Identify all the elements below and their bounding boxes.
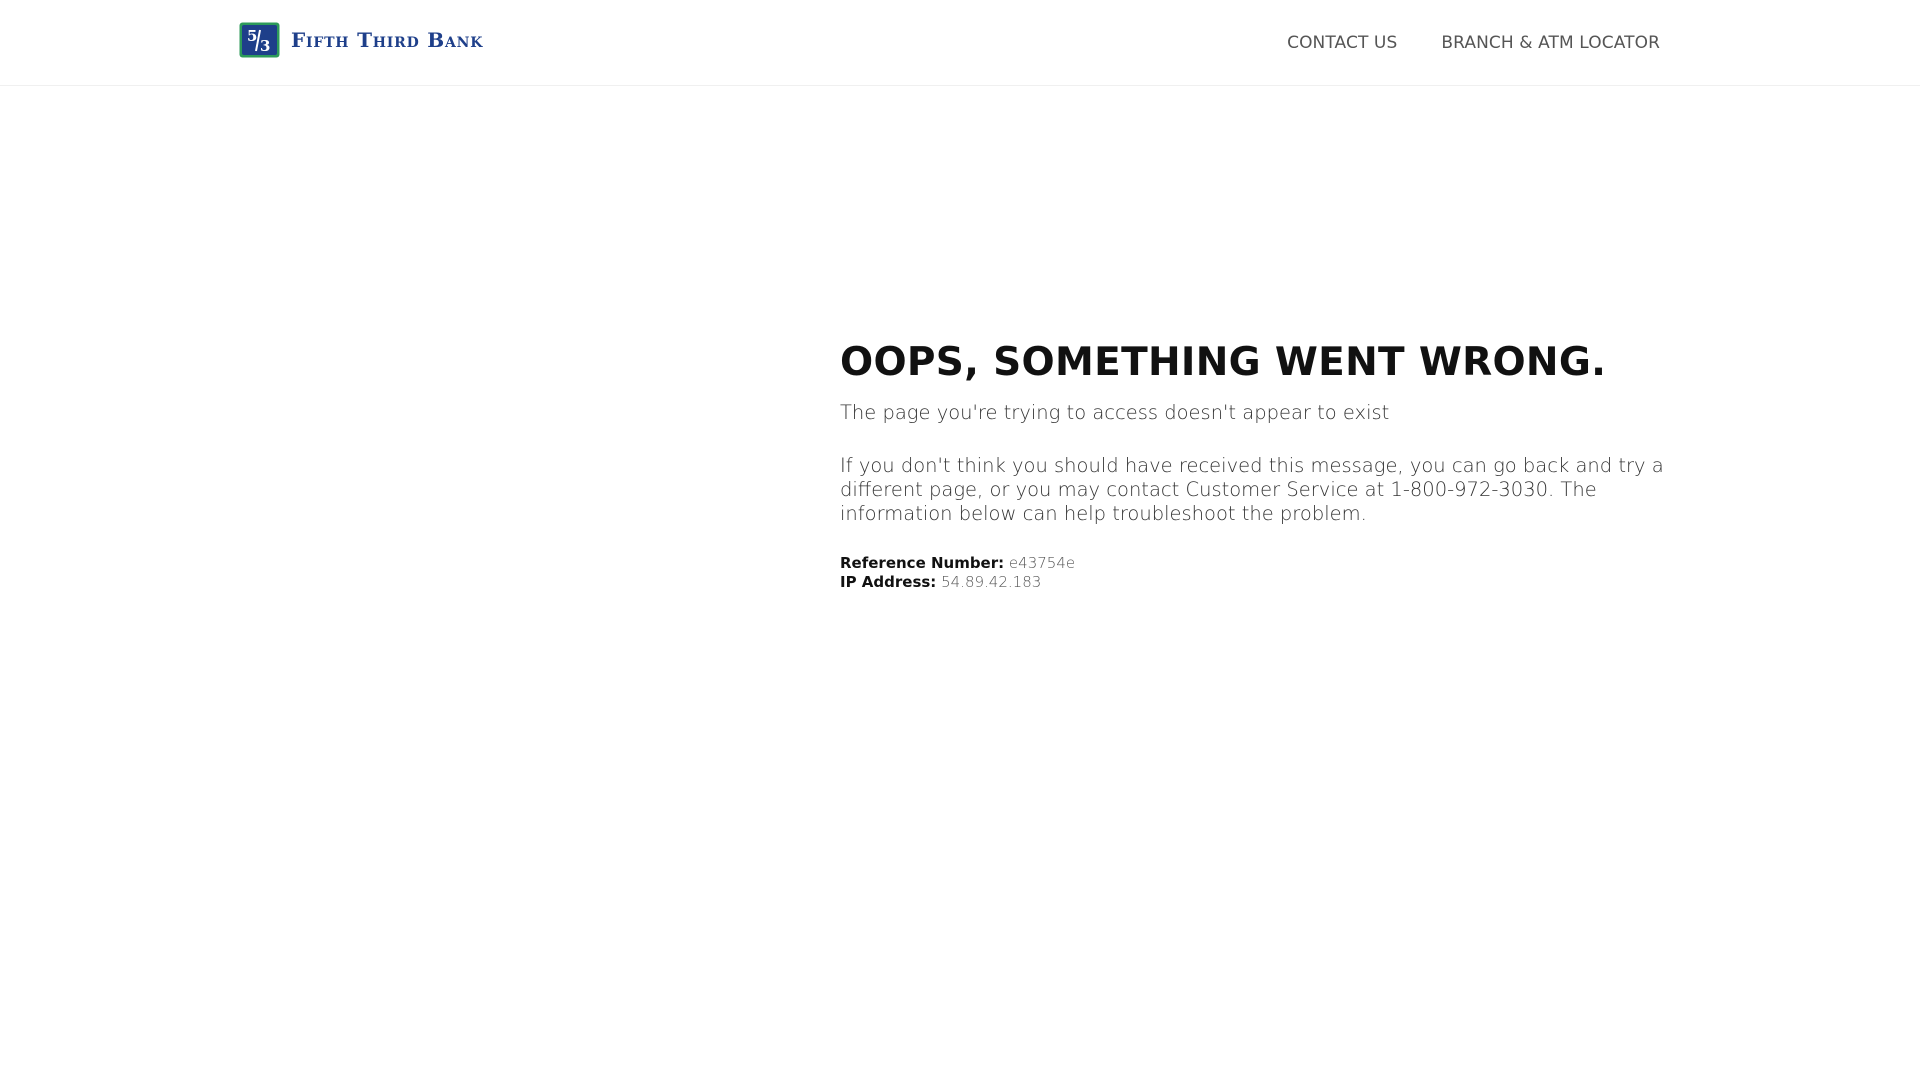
- troubleshoot-details: Reference Number: e43754e IP Address: 54…: [840, 554, 1680, 592]
- ip-address-value: 54.89.42.183: [941, 573, 1042, 591]
- reference-number-row: Reference Number: e43754e: [840, 554, 1680, 573]
- reference-number-value: e43754e: [1008, 554, 1076, 572]
- error-content: OOPS, SOMETHING WENT WRONG. The page you…: [840, 336, 1680, 592]
- error-message: If you don't think you should have recei…: [840, 454, 1664, 525]
- reference-number-label: Reference Number:: [840, 554, 1005, 572]
- svg-text:5: 5: [247, 27, 257, 45]
- svg-text:3: 3: [260, 37, 270, 55]
- site-header: 5 3 Fifth Third Bank CONTACT US BRANCH &…: [0, 0, 1920, 86]
- ip-address-label: IP Address:: [840, 573, 937, 591]
- nav-branch-atm-locator[interactable]: BRANCH & ATM LOCATOR: [1441, 33, 1660, 53]
- fifth-third-logo[interactable]: 5 3 Fifth Third Bank: [239, 22, 483, 58]
- ip-address-row: IP Address: 54.89.42.183: [840, 573, 1680, 592]
- nav-contact-us[interactable]: CONTACT US: [1287, 33, 1397, 53]
- fifth-third-logo-icon: 5 3: [239, 22, 280, 58]
- logo-wordmark: Fifth Third Bank: [291, 28, 484, 52]
- error-title: OOPS, SOMETHING WENT WRONG.: [840, 340, 1607, 385]
- error-subtitle: The page you're trying to access doesn't…: [840, 401, 1390, 424]
- top-nav: CONTACT US BRANCH & ATM LOCATOR: [1287, 33, 1660, 53]
